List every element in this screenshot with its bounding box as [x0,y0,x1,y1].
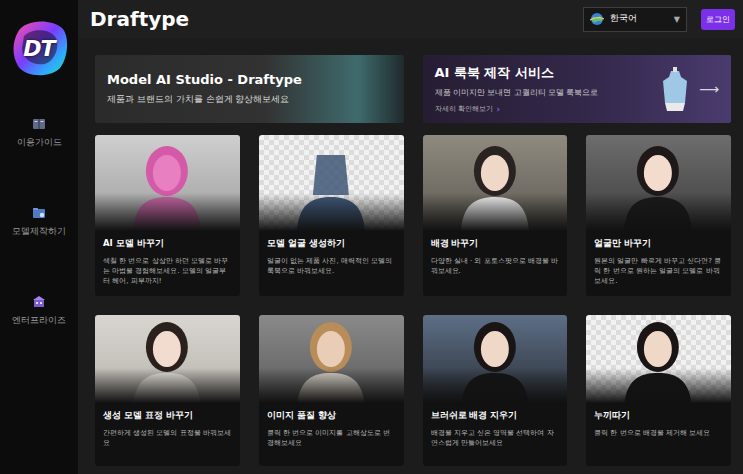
card-description: 색칠 한 번으로 상상만 하던 모델로 바꾸는 마법을 경험해보세요. 모델의 … [103,256,232,286]
app: DT 이용가이드모델제작하기엔터프라이즈 Draftype 한국어 ▼ 로그인 Model … [0,0,743,474]
language-select[interactable]: 한국어 ▼ [583,7,687,32]
photo-icon [259,135,404,231]
card-image [259,315,404,403]
header: Draftype 한국어 ▼ 로그인 [78,0,743,38]
login-button[interactable]: 로그인 [701,9,735,30]
banner[interactable]: AI 룩북 제작 서비스제품 이미지만 보내면 고퀄리티 모델 룩북으로자세히 … [423,55,732,123]
card-body: 얼굴만 바꾸기원본의 얼굴만 빠르게 바꾸고 싶다면? 클릭 한 번으로 원하는… [586,231,731,294]
banner-title: AI 룩북 제작 서비스 [435,64,651,82]
main-area: Draftype 한국어 ▼ 로그인 Model AI Studio - Draftyp… [78,0,743,474]
card-title: AI 모델 바꾸기 [103,238,232,250]
book-icon [31,116,47,132]
banner-subtitle: 제품 이미지만 보내면 고퀄리티 모델 룩북으로 [435,88,651,98]
card-image [423,315,568,403]
photo-icon [423,315,568,403]
card-image [586,135,731,231]
card-body: AI 모델 바꾸기색칠 한 번으로 상상만 하던 모델로 바꾸는 마법을 경험해… [95,231,240,294]
card-title: 이미지 품질 향상 [267,410,396,422]
card-image [586,315,731,403]
card-description: 원본의 얼굴만 빠르게 바꾸고 싶다면? 클릭 한 번으로 원하는 얼굴의 모델… [594,256,723,286]
banner-text: AI 룩북 제작 서비스제품 이미지만 보내면 고퀄리티 모델 룩북으로자세히 … [435,64,651,114]
banner-row: Model AI Studio - Draftype 제품과 브랜드의 가치를 손… [95,55,731,123]
card-description: 클릭 한 번으로 배경을 제거해 보세요 [594,428,723,438]
card-body: 이미지 품질 향상클릭 한 번으로 이미지를 고해상도로 변경해보세요 [259,403,404,456]
card-body: 배경 바꾸기다양한 실내 · 외 포토스팟으로 배경을 바꿔보세요. [423,231,568,284]
sidebar-item[interactable]: 엔터프라이즈 [12,294,66,327]
card-description: 다양한 실내 · 외 포토스팟으로 배경을 바꿔보세요. [431,256,560,276]
sidebar-item-label: 모델제작하기 [12,226,66,238]
globe-icon [590,12,604,26]
card-title: 누끼따기 [594,410,723,422]
card-description: 클릭 한 번으로 이미지를 고해상도로 변경해보세요 [267,428,396,448]
card-title: 얼굴만 바꾸기 [594,238,723,250]
logo-text: DT [23,36,54,61]
mannequin-icon [657,67,693,111]
card-image [259,135,404,231]
photo-icon [586,315,731,403]
card-title: 브러쉬로 배경 지우기 [431,410,560,422]
chevron-icon: › [497,104,501,114]
logo[interactable]: DT [10,18,68,78]
arrow-icon[interactable]: ⟶ [699,81,719,97]
sidebar-nav: 이용가이드모델제작하기엔터프라이즈 [12,116,66,327]
card-description: 얼굴이 없는 제품 사진, 매력적인 모델의 룩북으로 바꿔보세요. [267,256,396,276]
card-grid: AI 모델 바꾸기색칠 한 번으로 상상만 하던 모델로 바꾸는 마법을 경험해… [95,135,731,466]
building-icon [31,294,47,310]
banner-text: Model AI Studio - Draftype 제품과 브랜드의 가치를 손… [107,72,392,106]
card-title: 배경 바꾸기 [431,238,560,250]
banner-link-text: 자세히 확인해보기 [435,105,493,114]
sidebar-item[interactable]: 모델제작하기 [12,205,66,238]
feature-card[interactable]: 얼굴만 바꾸기원본의 얼굴만 빠르게 바꾸고 싶다면? 클릭 한 번으로 원하는… [586,135,731,296]
feature-card[interactable]: 이미지 품질 향상클릭 한 번으로 이미지를 고해상도로 변경해보세요 [259,315,404,466]
photo-icon [586,135,731,231]
banner[interactable]: Model AI Studio - Draftype 제품과 브랜드의 가치를 손… [95,55,404,123]
photo-icon [95,135,240,231]
card-body: 브러쉬로 배경 지우기배경을 지우고 싶은 영역을 선택하여 자연스럽게 만들어… [423,403,568,456]
caret-icon: ▼ [674,15,680,24]
card-image [95,315,240,403]
photo-icon [259,315,404,403]
feature-card[interactable]: AI 모델 바꾸기색칠 한 번으로 상상만 하던 모델로 바꾸는 마법을 경험해… [95,135,240,296]
card-body: 누끼따기클릭 한 번으로 배경을 제거해 보세요 [586,403,731,446]
banner-title: Model AI Studio - Draftype [107,72,392,87]
banner-link[interactable]: 자세히 확인해보기 › [435,104,651,114]
photo-icon [423,135,568,231]
card-title: 모델 얼굴 생성하기 [267,238,396,250]
card-description: 간편하게 생성된 모델의 표정을 바꿔보세요 [103,428,232,448]
sidebar-item[interactable]: 이용가이드 [17,116,62,149]
content: Model AI Studio - Draftype 제품과 브랜드의 가치를 손… [78,38,743,466]
language-value: 한국어 [610,13,668,25]
feature-card[interactable]: 브러쉬로 배경 지우기배경을 지우고 싶은 영역을 선택하여 자연스럽게 만들어… [423,315,568,466]
feature-card[interactable]: 누끼따기클릭 한 번으로 배경을 제거해 보세요 [586,315,731,466]
sidebar: DT 이용가이드모델제작하기엔터프라이즈 [0,0,78,474]
card-body: 모델 얼굴 생성하기얼굴이 없는 제품 사진, 매력적인 모델의 룩북으로 바꿔… [259,231,404,284]
sidebar-item-label: 엔터프라이즈 [12,315,66,327]
photo-icon [95,315,240,403]
card-description: 배경을 지우고 싶은 영역을 선택하여 자연스럽게 만들어보세요 [431,428,560,448]
page-title: Draftype [90,7,569,31]
feature-card[interactable]: 배경 바꾸기다양한 실내 · 외 포토스팟으로 배경을 바꿔보세요. [423,135,568,296]
card-image [95,135,240,231]
card-body: 생성 모델 표정 바꾸기간편하게 생성된 모델의 표정을 바꿔보세요 [95,403,240,456]
sidebar-item-label: 이용가이드 [17,137,62,149]
folder-icon [31,205,47,221]
card-image [423,135,568,231]
feature-card[interactable]: 모델 얼굴 생성하기얼굴이 없는 제품 사진, 매력적인 모델의 룩북으로 바꿔… [259,135,404,296]
banner-subtitle: 제품과 브랜드의 가치를 손쉽게 향상해보세요 [107,93,392,106]
feature-card[interactable]: 생성 모델 표정 바꾸기간편하게 생성된 모델의 표정을 바꿔보세요 [95,315,240,466]
card-title: 생성 모델 표정 바꾸기 [103,410,232,422]
